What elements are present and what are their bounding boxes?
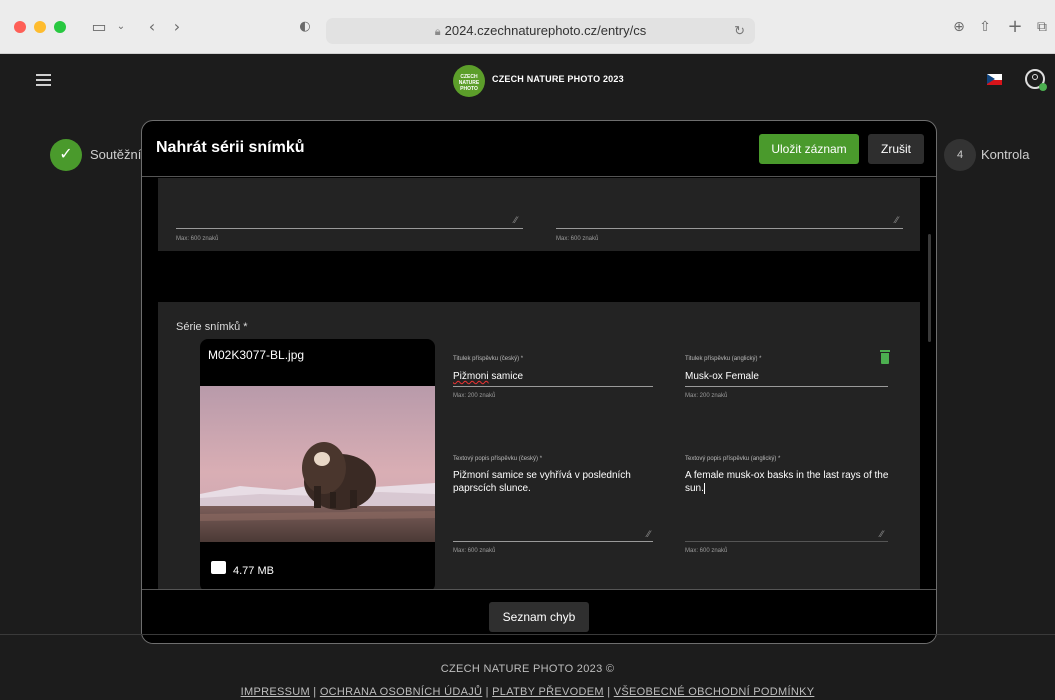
photo-filename: M02K3077-BL.jpg (208, 348, 305, 362)
czech-flag-icon[interactable] (987, 74, 1002, 85)
title-cs-value-rest: samice (488, 371, 524, 382)
desc-en-label: Textový popis příspěvku (anglický) * (685, 456, 781, 462)
chevron-down-icon[interactable]: ⌄ (110, 16, 132, 38)
zoom-window-button[interactable] (54, 21, 66, 33)
desc-cs-textarea[interactable]: Pižmoní samice se vyhřívá v posledních p… (453, 469, 658, 495)
resize-handle-icon[interactable]: ⁄⁄ (880, 530, 883, 540)
resize-handle-icon[interactable]: ⁄⁄ (647, 530, 650, 540)
title-cs-input[interactable]: Pižmoni samice (453, 370, 523, 383)
photo-series-panel: Série snímků * M02K3077-BL.jpg 4.77 MB T… (158, 302, 920, 589)
resize-handle-icon[interactable]: ⁄⁄ (895, 216, 898, 226)
series-label: Série snímků * (176, 321, 248, 333)
desc-cs-underline (453, 541, 653, 542)
resize-handle-icon[interactable]: ⁄⁄ (514, 216, 517, 226)
footer-link-impressum[interactable]: IMPRESSUM (241, 686, 310, 698)
url-text: 2024.czechnaturephoto.cz/entry/cs (444, 23, 647, 38)
step-4-number: 4 (944, 139, 976, 171)
desc-en-hint: Max: 600 znaků (685, 548, 728, 554)
footer-separator: | (482, 686, 493, 698)
back-icon[interactable]: ‹ (141, 16, 163, 38)
share-icon[interactable]: ⇧ (974, 16, 996, 38)
footer-link-terms[interactable]: VŠEOBECNÉ OBCHODNÍ PODMÍNKY (614, 686, 815, 698)
address-bar[interactable]: 🔒︎ 2024.czechnaturephoto.cz/entry/cs ↻ (326, 18, 755, 44)
online-status-dot (1039, 83, 1047, 91)
desc-en-underline (685, 541, 888, 542)
reload-icon[interactable]: ↻ (734, 18, 745, 44)
char-limit-hint: Max: 600 znaků (556, 236, 599, 242)
title-en-hint: Max: 200 znaků (685, 393, 728, 399)
modal-scrollbar[interactable] (928, 234, 931, 342)
tab-overview-icon[interactable]: ⧉ (1031, 16, 1053, 38)
footer-link-privacy[interactable]: OCHRANA OSOBNÍCH ÚDAJŮ (320, 686, 482, 698)
photo-card[interactable]: M02K3077-BL.jpg 4.77 MB (200, 339, 435, 589)
save-entry-button[interactable]: Uložit záznam (759, 134, 859, 164)
desc-cs-hint: Max: 600 znaků (453, 548, 496, 554)
text-caret (703, 482, 705, 494)
modal-title: Nahrát sérii snímků (156, 139, 305, 156)
site-logo[interactable]: CZECH NATURE PHOTO (453, 65, 485, 97)
sidebar-icon[interactable]: ▭ (88, 16, 110, 38)
textarea-right-underline[interactable] (556, 228, 903, 229)
footer-links: IMPRESSUM | OCHRANA OSOBNÍCH ÚDAJŮ | PLA… (0, 686, 1055, 698)
step-4-label: Kontrola (981, 147, 1030, 162)
title-en-underline (685, 386, 888, 387)
cancel-button[interactable]: Zrušit (868, 134, 924, 164)
browser-toolbar: ▭ ⌄ ‹ › ◐ 🔒︎ 2024.czechnaturephoto.cz/ent… (0, 0, 1055, 54)
footer-separator: | (309, 686, 320, 698)
photo-file-size: 4.77 MB (233, 565, 274, 577)
minimize-window-button[interactable] (34, 21, 46, 33)
desc-en-textarea[interactable]: A female musk-ox basks in the last rays … (685, 469, 890, 495)
lock-icon: 🔒︎ (434, 26, 441, 38)
footer-separator: | (603, 686, 614, 698)
desc-en-value: A female musk-ox basks in the last rays … (685, 470, 889, 494)
photo-thumbnail[interactable] (200, 386, 435, 542)
error-list-button[interactable]: Seznam chyb (489, 602, 589, 632)
char-limit-hint: Max: 600 znaků (176, 236, 219, 242)
footer-divider (0, 634, 1055, 635)
step-1-label: Soutěžní (90, 147, 142, 162)
privacy-shield-icon[interactable]: ◐ (294, 16, 316, 38)
footer-copyright: CZECH NATURE PHOTO 2023 © (440, 663, 615, 675)
title-cs-value-misspelled: Pižmoni (453, 371, 489, 382)
upload-series-modal: Nahrát sérii snímků Uložit záznam Zrušit… (141, 120, 937, 644)
modal-header: Nahrát sérii snímků Uložit záznam Zrušit (142, 121, 936, 177)
title-en-label: Titulek příspěvku (anglický) * (685, 356, 762, 362)
download-icon[interactable]: ⊕ (948, 16, 970, 38)
modal-footer: Seznam chyb (142, 589, 936, 643)
title-cs-hint: Max: 200 znaků (453, 393, 496, 399)
previous-entry-panel: ⁄⁄ Max: 600 znaků ⁄⁄ Max: 600 znaků (158, 178, 920, 251)
step-completed-check-icon: ✓ (50, 139, 82, 171)
delete-photo-icon[interactable] (880, 350, 890, 364)
new-tab-icon[interactable]: + (1004, 16, 1026, 38)
title-cs-underline (453, 386, 653, 387)
title-en-input[interactable]: Musk-ox Female (685, 370, 759, 383)
image-icon (211, 561, 226, 574)
site-header: CZECH NATURE PHOTO CZECH NATURE PHOTO 20… (0, 54, 1055, 109)
menu-icon[interactable] (36, 74, 51, 86)
site-title: CZECH NATURE PHOTO 2023 (492, 74, 624, 84)
user-account-icon[interactable] (1025, 69, 1047, 91)
title-cs-label: Titulek příspěvku (český) * (453, 356, 524, 362)
forward-icon[interactable]: › (166, 16, 188, 38)
textarea-left-underline[interactable] (176, 228, 523, 229)
footer-link-bank-transfer[interactable]: PLATBY PŘEVODEM (492, 686, 604, 698)
close-window-button[interactable] (14, 21, 26, 33)
modal-body[interactable]: ⁄⁄ Max: 600 znaků ⁄⁄ Max: 600 znaků Séri… (142, 178, 936, 589)
desc-cs-label: Textový popis příspěvku (český) * (453, 456, 543, 462)
